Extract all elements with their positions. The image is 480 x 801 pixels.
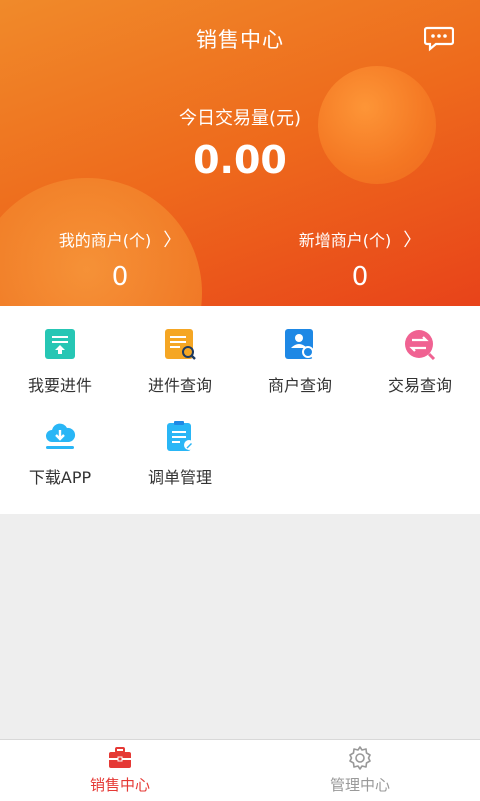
- menu-item-label: 我要进件: [27, 376, 92, 395]
- tab-label: 销售中心: [89, 776, 150, 794]
- bottom-tab-bar: 销售中心 管理中心: [0, 739, 480, 801]
- message-icon[interactable]: [424, 26, 454, 52]
- briefcase-icon: [109, 747, 131, 768]
- header-banner: 销售中心 今日交易量(元) 0.00 我的商户(个) 〉 0 新增商户(个) 〉…: [0, 0, 480, 306]
- menu-item-label: 商户查询: [267, 376, 332, 395]
- my-merchants-label: 我的商户(个): [58, 231, 152, 250]
- gear-icon: [349, 746, 371, 770]
- menu-item-submit-application[interactable]: 我要进件: [0, 306, 120, 398]
- page-title: 销售中心: [196, 28, 284, 52]
- new-merchants-value: 0: [351, 262, 369, 292]
- menu-item-label: 进件查询: [147, 376, 212, 395]
- menu-item-chargeback-management[interactable]: 调单管理: [120, 398, 240, 490]
- upload-doc-icon: [45, 329, 75, 359]
- new-merchants-label: 新增商户(个): [298, 231, 392, 250]
- menu-grid: 我要进件 进件查询 商户查询 交易查询 下载APP 调单管理: [0, 306, 480, 514]
- clipboard-edit-icon: [167, 421, 194, 451]
- menu-item-label: 调单管理: [147, 468, 212, 487]
- menu-item-download-app[interactable]: 下载APP: [0, 398, 120, 490]
- exchange-icon: [405, 330, 436, 360]
- menu-item-transaction-query[interactable]: 交易查询: [360, 306, 480, 398]
- new-merchants-stat[interactable]: 新增商户(个) 〉 0: [240, 226, 480, 292]
- my-merchants-stat[interactable]: 我的商户(个) 〉 0: [0, 226, 240, 292]
- chevron-right-icon: 〉: [403, 230, 422, 251]
- tab-label: 管理中心: [329, 776, 390, 794]
- menu-item-label: 交易查询: [387, 376, 452, 395]
- menu-item-merchant-query[interactable]: 商户查询: [240, 306, 360, 398]
- merchant-search-icon: [285, 329, 316, 360]
- today-volume-value: 0.00: [193, 138, 287, 182]
- chevron-right-icon: 〉: [163, 230, 182, 251]
- today-volume-label: 今日交易量(元): [178, 108, 302, 129]
- doc-search-icon: [165, 329, 196, 360]
- tab-sales-center[interactable]: 销售中心: [0, 740, 240, 801]
- my-merchants-value: 0: [111, 262, 129, 292]
- tab-management-center[interactable]: 管理中心: [240, 740, 480, 801]
- cloud-download-icon: [46, 423, 76, 449]
- menu-item-label: 下载APP: [28, 468, 92, 487]
- menu-item-application-query[interactable]: 进件查询: [120, 306, 240, 398]
